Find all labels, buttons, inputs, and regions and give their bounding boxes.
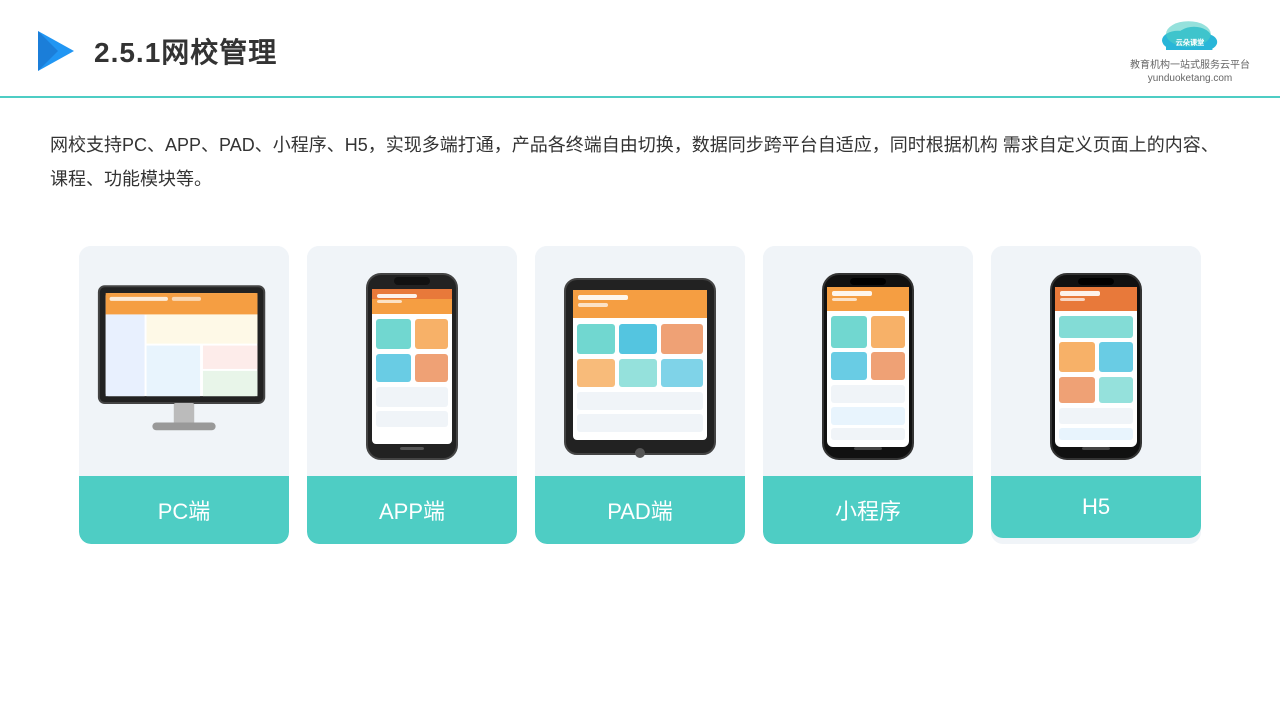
card-label-pc: PC端 — [79, 476, 289, 544]
logo-area: 云朵课堂 教育机构一站式服务云平台 yunduoketang.com — [1130, 18, 1250, 84]
card-image-pc — [79, 246, 289, 476]
logo-url: yunduoketang.com — [1148, 73, 1233, 84]
logo-icon: 云朵课堂 — [1150, 18, 1230, 54]
card-app: APP端 — [307, 246, 517, 544]
card-image-h5 — [991, 246, 1201, 476]
device-h5-svg — [1046, 269, 1146, 464]
play-icon — [30, 27, 78, 75]
header-left: 2.5.1网校管理 — [30, 27, 277, 75]
page-title: 2.5.1网校管理 — [94, 31, 277, 71]
card-label-pad: PAD端 — [535, 476, 745, 544]
description-text: 网校支持PC、APP、PAD、小程序、H5，实现多端打通，产品各终端自由切换，数… — [0, 98, 1280, 206]
card-h5: H5 — [991, 246, 1201, 544]
logo-tagline: 教育机构一站式服务云平台 — [1130, 56, 1250, 71]
device-app-svg — [362, 269, 462, 464]
card-label-app: APP端 — [307, 476, 517, 544]
device-pc-svg — [94, 279, 274, 454]
card-image-app — [307, 246, 517, 476]
device-pad-svg — [560, 274, 720, 459]
header: 2.5.1网校管理 云朵课堂 教育机构一站式服务云平台 yunduoketang… — [0, 0, 1280, 98]
card-image-pad — [535, 246, 745, 476]
card-pc: PC端 — [79, 246, 289, 544]
card-pad: PAD端 — [535, 246, 745, 544]
card-label-h5: H5 — [991, 476, 1201, 538]
card-image-miniapp — [763, 246, 973, 476]
svg-text:云朵课堂: 云朵课堂 — [1176, 38, 1205, 47]
cards-container: PC端 — [0, 216, 1280, 564]
device-miniapp-svg — [818, 269, 918, 464]
card-miniapp: 小程序 — [763, 246, 973, 544]
card-label-miniapp: 小程序 — [763, 476, 973, 544]
